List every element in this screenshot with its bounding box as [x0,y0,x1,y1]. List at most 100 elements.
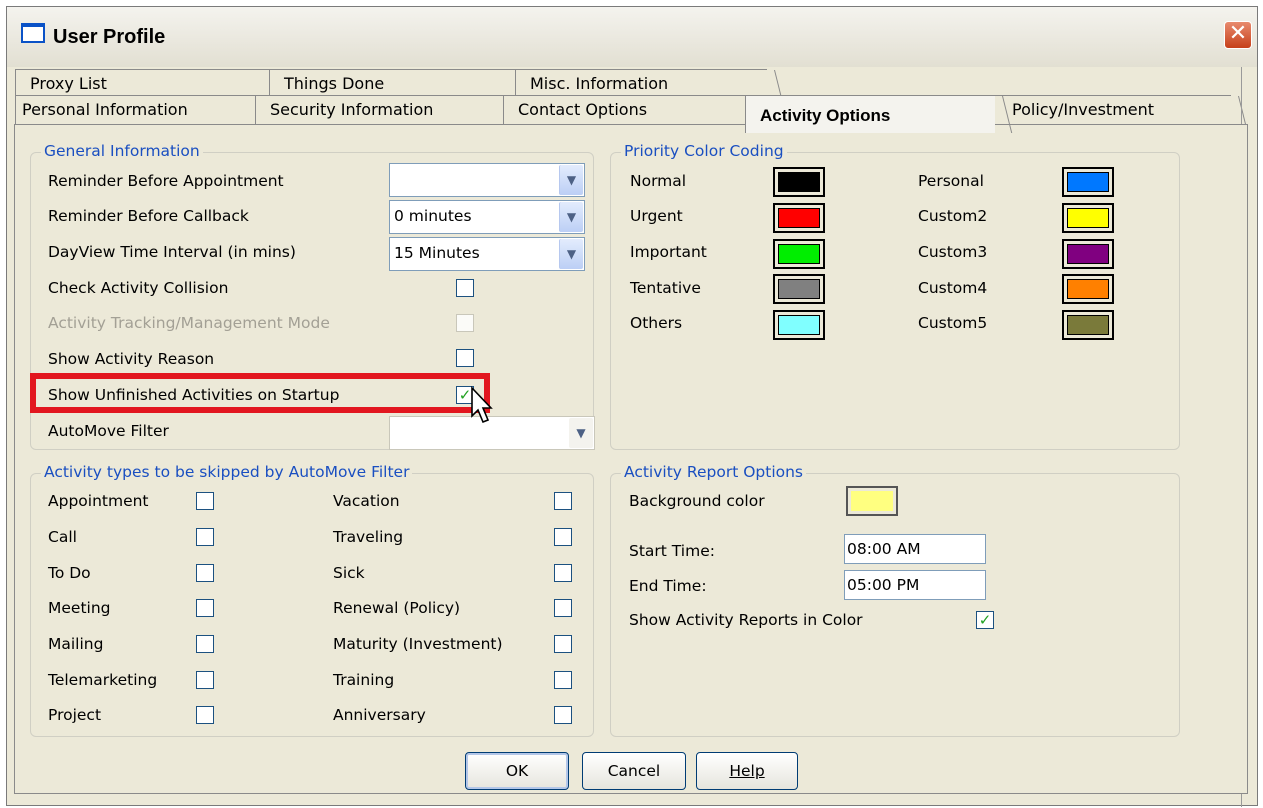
tab-label: Policy/Investment [1012,100,1155,119]
tab-security-information[interactable]: Security Information [255,95,503,125]
priority-label-custom3: Custom3 [918,243,988,261]
show-reason-checkbox[interactable] [456,349,474,367]
swatch-fill [1067,279,1109,299]
skip-checkbox-call[interactable] [196,528,214,546]
swatch-fill [778,315,820,335]
skip-label-traveling: Traveling [333,528,404,546]
priority-label-urgent: Urgent [630,207,683,225]
skip-label-project: Project [48,706,102,724]
skip-label-telemarketing: Telemarketing [48,671,158,689]
tab-personal-information[interactable]: Personal Information [15,95,255,125]
swatch-fill [851,491,893,511]
skip-checkbox-training[interactable] [554,671,572,689]
skip-label-to-do: To Do [48,564,91,582]
tab-label: Things Done [284,74,385,93]
priority-label-normal: Normal [630,172,687,190]
swatch-fill [778,172,820,192]
priority-label-personal: Personal [918,172,984,190]
color-swatch-important[interactable] [773,239,825,269]
skip-checkbox-telemarketing[interactable] [196,671,214,689]
background-color-swatch[interactable] [846,486,898,516]
color-swatch-normal[interactable] [773,167,825,197]
skip-checkbox-mailing[interactable] [196,635,214,653]
chevron-down-icon[interactable]: ▼ [569,418,593,448]
tab-activity-options[interactable]: Activity Options [745,95,995,133]
color-swatch-custom3[interactable] [1062,239,1114,269]
swatch-fill [1067,244,1109,264]
skip-checkbox-traveling[interactable] [554,528,572,546]
group-title: General Information [41,142,203,160]
dayview-interval-select[interactable]: 15 Minutes ▼ [389,237,585,271]
reminder-callback-select[interactable]: 0 minutes ▼ [389,200,585,234]
skip-checkbox-sick[interactable] [554,564,572,582]
show-reports-color-checkbox[interactable]: ✓ [976,611,994,629]
skip-label-appointment: Appointment [48,492,149,510]
swatch-fill [778,279,820,299]
dayview-interval-label: DayView Time Interval (in mins) [48,243,296,261]
skip-label-mailing: Mailing [48,635,104,653]
skip-label-maturity-investment: Maturity (Investment) [333,635,503,653]
show-reason-label: Show Activity Reason [48,350,215,368]
chevron-down-icon[interactable]: ▼ [559,165,583,195]
tab-label: Personal Information [22,100,188,119]
skip-checkbox-renewal-policy[interactable] [554,599,572,617]
skip-checkbox-project[interactable] [196,706,214,724]
close-button[interactable]: ✕ [1224,21,1252,49]
tracking-mode-checkbox[interactable] [456,314,474,332]
group-title: Activity types to be skipped by AutoMove… [41,463,413,481]
start-time-input[interactable]: 08:00 AM [844,534,986,564]
reminder-appointment-select[interactable]: ▼ [389,163,585,197]
skip-checkbox-maturity-investment[interactable] [554,635,572,653]
skip-label-meeting: Meeting [48,599,111,617]
color-swatch-custom5[interactable] [1062,310,1114,340]
help-button-label: Help [729,762,765,780]
tab-label: Proxy List [30,74,107,93]
background-color-label: Background color [629,492,765,510]
skip-checkbox-anniversary[interactable] [554,706,572,724]
swatch-fill [778,208,820,228]
color-swatch-custom2[interactable] [1062,203,1114,233]
tab-label: Misc. Information [530,74,669,93]
tab-label: Contact Options [518,100,648,119]
skip-label-training: Training [333,671,395,689]
cancel-button[interactable]: Cancel [582,752,686,790]
window-icon [21,23,45,43]
show-reports-color-label: Show Activity Reports in Color [629,611,863,629]
skip-checkbox-appointment[interactable] [196,492,214,510]
priority-label-others: Others [630,314,683,332]
combo-value: 0 minutes [394,207,472,225]
chevron-down-icon[interactable]: ▼ [559,239,583,269]
color-swatch-urgent[interactable] [773,203,825,233]
ok-button[interactable]: OK [465,752,569,790]
swatch-fill [778,244,820,264]
end-time-input[interactable]: 05:00 PM [844,570,986,600]
color-swatch-tentative[interactable] [773,274,825,304]
skip-checkbox-vacation[interactable] [554,492,572,510]
highlight-annotation [30,373,490,413]
skip-checkbox-meeting[interactable] [196,599,214,617]
title-bar[interactable]: User Profile ✕ [7,7,1257,67]
skipped-activity-types-group: Activity types to be skipped by AutoMove… [30,463,594,737]
color-swatch-personal[interactable] [1062,167,1114,197]
check-icon: ✓ [978,611,992,629]
end-time-label: End Time: [629,577,707,595]
help-button[interactable]: Help [696,752,798,790]
swatch-fill [1067,208,1109,228]
tab-policy-investment[interactable]: Policy/Investment [993,95,1231,125]
reminder-callback-label: Reminder Before Callback [48,207,249,225]
start-time-label: Start Time: [629,542,715,560]
color-swatch-custom4[interactable] [1062,274,1114,304]
skip-label-anniversary: Anniversary [333,706,426,724]
skip-checkbox-to-do[interactable] [196,564,214,582]
chevron-down-icon[interactable]: ▼ [559,202,583,232]
check-collision-label: Check Activity Collision [48,279,229,297]
color-swatch-others[interactable] [773,310,825,340]
check-collision-checkbox[interactable] [456,279,474,297]
priority-label-custom2: Custom2 [918,207,988,225]
priority-label-custom5: Custom5 [918,314,988,332]
close-icon: ✕ [1228,21,1248,46]
swatch-fill [1067,172,1109,192]
skip-label-renewal-policy: Renewal (Policy) [333,599,461,617]
swatch-fill [1067,315,1109,335]
tab-contact-options[interactable]: Contact Options [503,95,745,125]
